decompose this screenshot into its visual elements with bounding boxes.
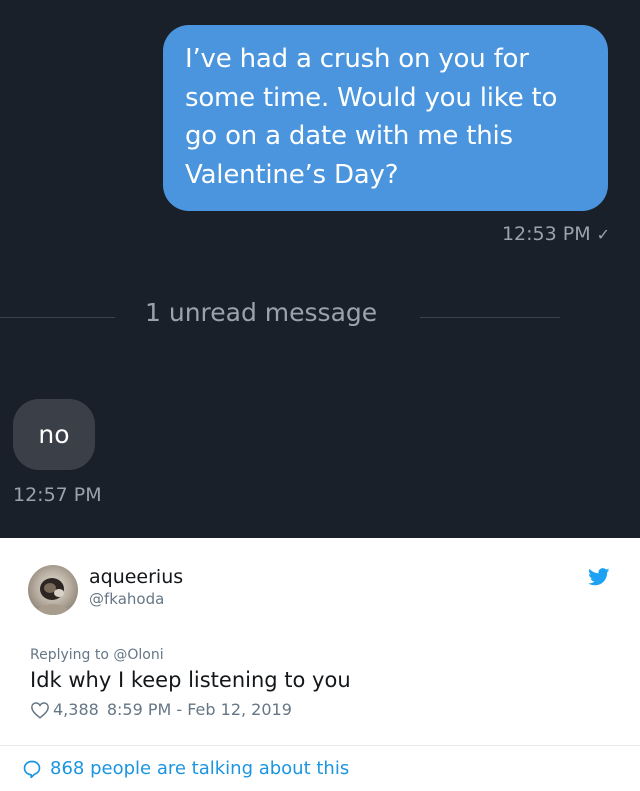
like-count: 4,388 [53,700,99,719]
unread-divider-right [420,317,560,318]
outgoing-message-bubble: I’ve had a crush on you for some time. W… [163,25,608,211]
avatar-image [38,578,68,615]
heart-icon [31,701,49,719]
incoming-message-text: no [38,420,70,449]
incoming-message-time: 12:57 PM [13,484,102,506]
speech-bubble-icon [23,760,41,778]
tweet-meta: 4,388 8:59 PM - Feb 12, 2019 [30,700,292,719]
checkmark-icon: ✓ [596,224,610,244]
chat-screenshot: I’ve had a crush on you for some time. W… [0,0,640,538]
avatar[interactable] [28,565,78,615]
tweet-display-name[interactable]: aqueerius [89,566,183,588]
incoming-message-bubble: no [13,399,95,470]
outgoing-message-text: I’ve had a crush on you for some time. W… [185,44,558,190]
conversation-link[interactable]: 868 people are talking about this [22,758,349,779]
twitter-bird-icon[interactable] [588,568,610,586]
tweet-text: Idk why I keep listening to you [30,668,351,692]
tweet-handle[interactable]: @fkahoda [89,590,164,608]
talking-count-label: 868 people are talking about this [50,758,350,779]
tweet-divider [0,745,640,746]
outgoing-message-time: 12:53 PM ✓ [502,223,610,245]
unread-divider-left [0,317,115,318]
replying-to-mention[interactable]: @Oloni [113,647,163,663]
tweet-card: aqueerius @fkahoda Replying to @Oloni Id… [0,538,640,791]
replying-prefix: Replying to [30,647,109,663]
outgoing-time-label: 12:53 PM [501,223,591,245]
tweet-timestamp[interactable]: 8:59 PM - Feb 12, 2019 [107,700,292,719]
unread-separator: 1 unread message [145,298,378,327]
like-button[interactable]: 4,388 [30,700,99,719]
replying-to: Replying to @Oloni [30,647,164,663]
